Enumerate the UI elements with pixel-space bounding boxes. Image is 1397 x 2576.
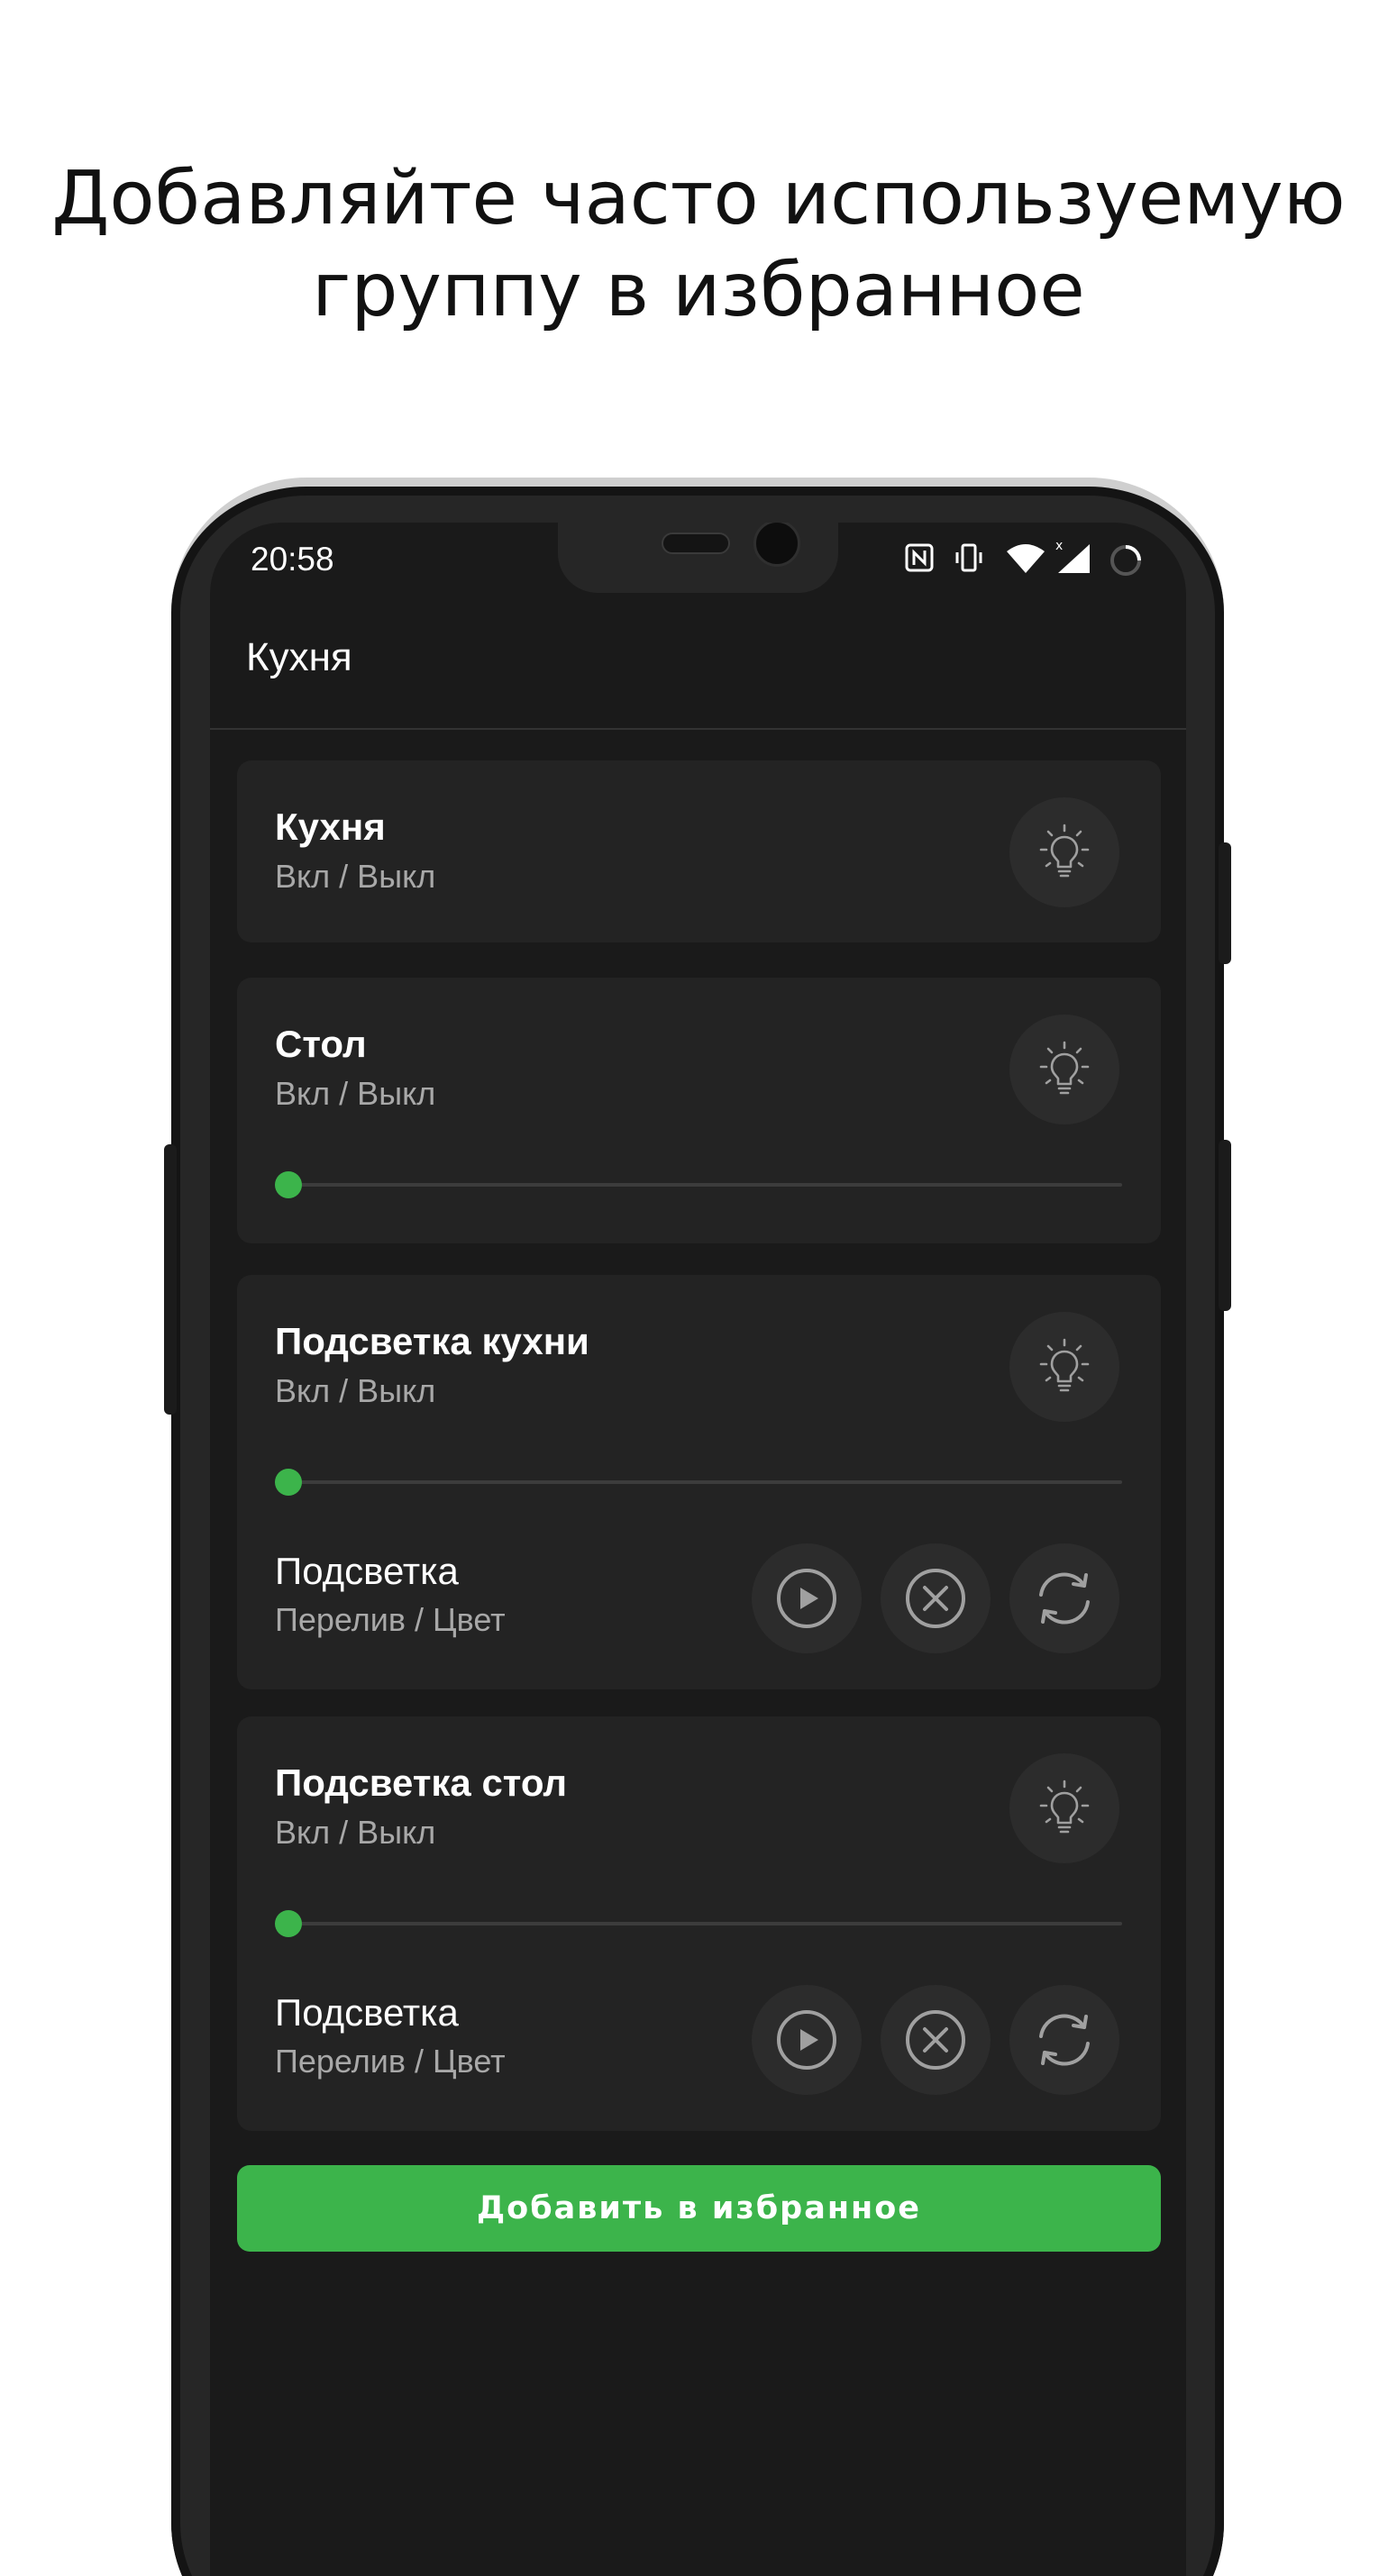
phone-screen: 20:58 x Кухня Кухня Вкл / Выкл Стол Вкл … — [210, 523, 1186, 2576]
wifi-icon — [1007, 544, 1045, 573]
power-toggle-button[interactable] — [1009, 797, 1119, 907]
device-card-kitchen-lighting: Подсветка кухни Вкл / Выкл Подсветка Пер… — [237, 1275, 1161, 1689]
effect-refresh-button[interactable] — [1009, 1543, 1119, 1653]
effect-refresh-button[interactable] — [1009, 1985, 1119, 2095]
power-toggle-button[interactable] — [1009, 1015, 1119, 1124]
device-card-title: Кухня — [275, 806, 386, 848]
promo-headline-line-2: группу в избранное — [312, 248, 1085, 333]
effect-play-button[interactable] — [752, 1543, 862, 1653]
stop-icon — [906, 1569, 965, 1628]
play-icon — [777, 2010, 836, 2070]
refresh-icon — [1039, 2014, 1090, 2066]
slider-thumb[interactable] — [275, 1469, 302, 1496]
signal-icon: x — [1055, 539, 1090, 573]
earpiece-speaker — [662, 532, 730, 554]
effect-subtitle: Перелив / Цвет — [275, 1601, 506, 1638]
device-card-subtitle: Вкл / Выкл — [275, 1372, 436, 1409]
effect-title: Подсветка — [275, 1991, 459, 2034]
phone-power-button — [1219, 842, 1231, 964]
slider-track — [275, 1922, 1122, 1925]
status-time: 20:58 — [251, 541, 334, 578]
stop-icon — [906, 2010, 965, 2070]
device-card-subtitle: Вкл / Выкл — [275, 1814, 436, 1851]
power-toggle-button[interactable] — [1009, 1312, 1119, 1422]
slider-track — [275, 1183, 1122, 1187]
nfc-icon — [905, 543, 934, 572]
device-card-table-lighting: Подсветка стол Вкл / Выкл Подсветка Пере… — [237, 1716, 1161, 2131]
device-card-subtitle: Вкл / Выкл — [275, 1075, 436, 1112]
effect-subtitle: Перелив / Цвет — [275, 2043, 506, 2080]
phone-volume-button — [1219, 1140, 1231, 1311]
slider-thumb[interactable] — [275, 1171, 302, 1198]
device-card-title: Подсветка кухни — [275, 1320, 589, 1362]
brightness-slider[interactable] — [275, 1469, 1122, 1496]
promo-headline: Добавляйте часто используемую группу в и… — [0, 153, 1397, 337]
app-bar-divider — [210, 728, 1186, 730]
battery-icon — [1110, 545, 1141, 576]
app-bar-title: Кухня — [246, 635, 352, 679]
play-icon — [777, 1569, 836, 1628]
vibrate-icon — [955, 543, 982, 572]
power-toggle-button[interactable] — [1009, 1753, 1119, 1863]
device-card-subtitle: Вкл / Выкл — [275, 858, 436, 895]
svg-text:x: x — [1055, 539, 1063, 553]
effect-play-button[interactable] — [752, 1985, 862, 2095]
light-bulb-icon — [1039, 1780, 1090, 1834]
phone-alert-slider — [164, 1144, 177, 1415]
device-card-title: Стол — [275, 1023, 367, 1065]
promo-headline-line-1: Добавляйте часто используемую — [51, 156, 1346, 241]
light-bulb-icon — [1039, 1338, 1090, 1392]
slider-thumb[interactable] — [275, 1910, 302, 1937]
device-card-title: Подсветка стол — [275, 1761, 568, 1804]
device-card-kitchen: Кухня Вкл / Выкл — [237, 760, 1161, 942]
device-card-table: Стол Вкл / Выкл — [237, 978, 1161, 1243]
brightness-slider[interactable] — [275, 1171, 1122, 1198]
light-bulb-icon — [1039, 1041, 1090, 1095]
add-to-favorites-button[interactable]: Добавить в избранное — [237, 2165, 1161, 2252]
effect-stop-button[interactable] — [881, 1543, 991, 1653]
slider-track — [275, 1480, 1122, 1484]
effect-stop-button[interactable] — [881, 1985, 991, 2095]
light-bulb-icon — [1039, 824, 1090, 878]
brightness-slider[interactable] — [275, 1910, 1122, 1937]
effect-title: Подсветка — [275, 1550, 459, 1592]
refresh-icon — [1039, 1572, 1090, 1625]
